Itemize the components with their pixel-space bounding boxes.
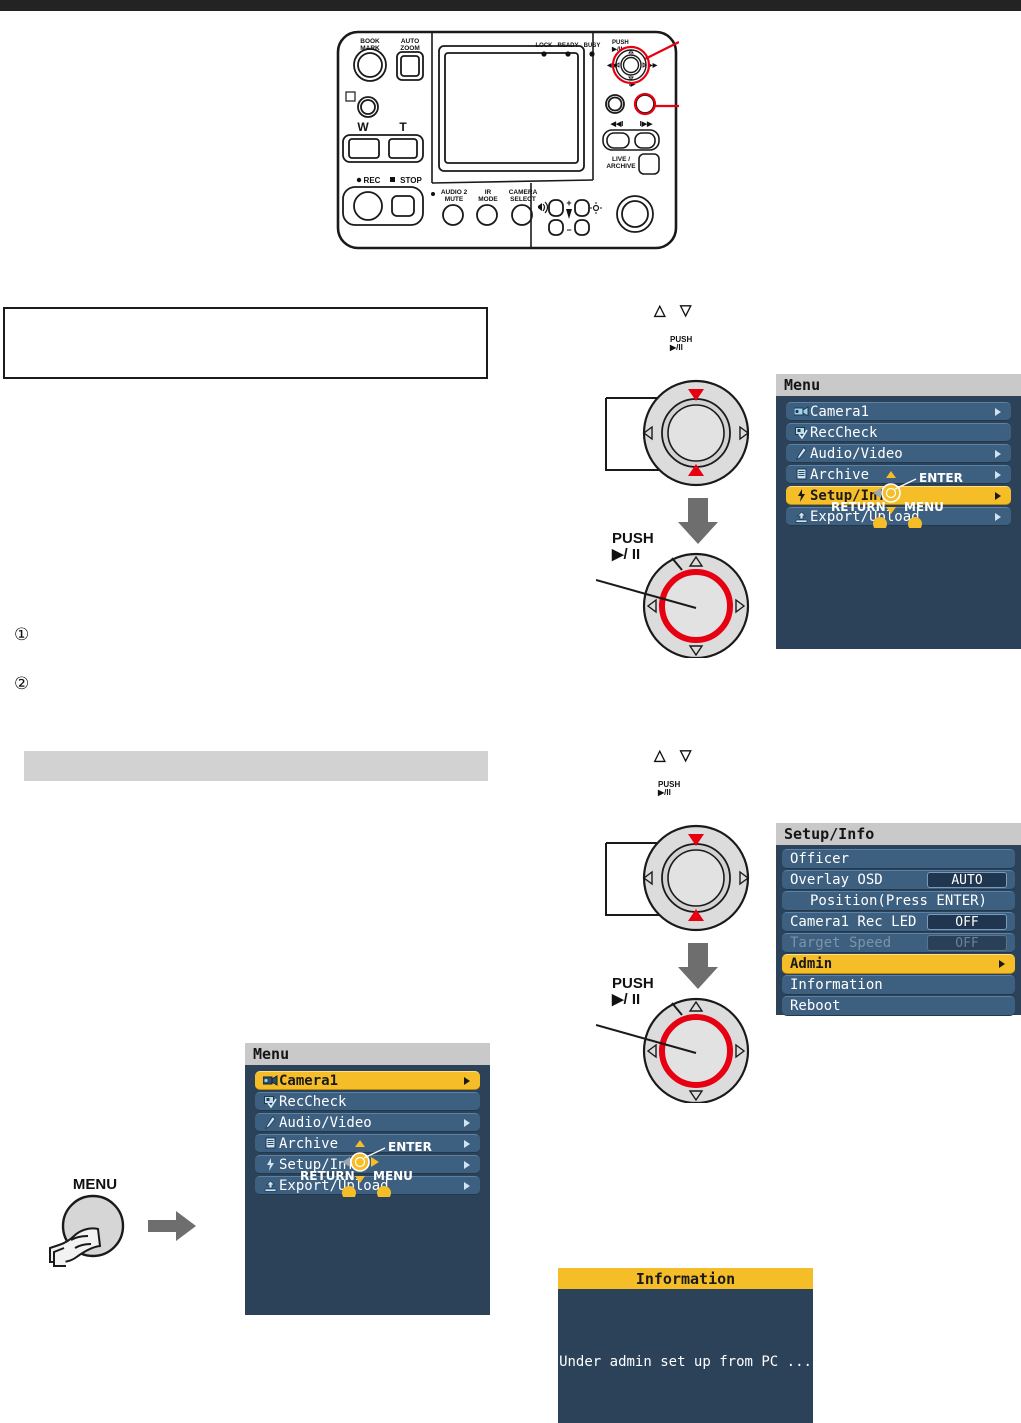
note-box: [3, 307, 488, 379]
setup-info-osd-panel: Setup/Info Officer Overlay OSD AUTO Posi…: [776, 823, 1021, 1016]
menu-button-label: MENU: [73, 1176, 117, 1193]
camera-icon: [261, 1075, 279, 1086]
svg-text:BOOK: BOOK: [360, 38, 380, 45]
menu-item-camera1[interactable]: Camera1: [786, 402, 1011, 421]
reccheck-icon: [261, 1095, 279, 1108]
svg-text:CAMERA: CAMERA: [509, 189, 538, 196]
legend-menu-label: MENU: [904, 500, 944, 514]
dial-top-glyphs: △ ▽: [654, 302, 694, 319]
menu-item-reccheck[interactable]: RecCheck: [786, 423, 1011, 442]
svg-text:MODE: MODE: [478, 196, 498, 203]
setup-item-officer[interactable]: Officer: [782, 849, 1015, 869]
svg-text:I▶▶: I▶▶: [640, 121, 653, 128]
svg-text:LIVE /: LIVE /: [612, 156, 630, 163]
setup-item-label: Information: [790, 977, 883, 993]
mic-icon: [261, 1116, 279, 1129]
setup-item-reboot[interactable]: Reboot: [782, 996, 1015, 1016]
setup-item-label: Reboot: [790, 998, 841, 1014]
svg-text:REC: REC: [364, 176, 381, 185]
svg-text:◀◀: ◀◀: [606, 62, 617, 69]
setup-item-target-speed: Target Speed OFF: [782, 933, 1015, 953]
legend-menu-label: MENU: [373, 1169, 413, 1183]
menu-item-reccheck[interactable]: RecCheck: [255, 1092, 480, 1111]
menu-button-illustration: MENU: [48, 1174, 218, 1284]
chevron-right-icon: [994, 449, 1003, 459]
svg-text:ARCHIVE: ARCHIVE: [606, 163, 636, 170]
top-header-bar: [0, 0, 1021, 11]
controller-device-illustration: BOOK MARK AUTO ZOOM W T REC STOP AUDIO 2…: [335, 28, 679, 260]
setup-item-label: Target Speed: [790, 935, 892, 951]
chevron-right-icon: [998, 959, 1007, 969]
dialog-message: Under admin set up from PC ...: [559, 1354, 812, 1370]
setup-item-label: Admin: [790, 956, 833, 972]
dial-diagram-setup: △ ▽ PUSH ▶/II PUSH ▶/ II: [596, 747, 782, 1103]
setup-item-label: Position(Press ENTER): [809, 893, 987, 909]
dial-push-label: PUSH ▶/ II: [612, 530, 654, 563]
menu-item-camera1[interactable]: Camera1: [255, 1071, 480, 1090]
menu-item-label: Camera1: [810, 403, 870, 420]
dial-push-caption: PUSH ▶/II: [670, 335, 693, 353]
osd-title: Setup/Info: [776, 823, 1021, 845]
osd-nav-legend: ENTER RETURN MENU: [776, 468, 1021, 528]
svg-text:SELECT: SELECT: [510, 196, 536, 203]
menu-item-label: RecCheck: [279, 1093, 347, 1110]
svg-text:MARK: MARK: [360, 45, 380, 52]
setup-item-label: Camera1 Rec LED: [790, 914, 917, 930]
mic-icon: [792, 447, 810, 460]
svg-text:LOCK: LOCK: [536, 43, 554, 49]
menu-osd-panel: Menu Camera1 RecCheck Audio/Video Archiv…: [776, 374, 1021, 649]
dial-push-caption: PUSH ▶/II: [658, 780, 681, 798]
menu-osd-panel-bottom: Menu Camera1 RecCheck Audio/Video Archiv…: [245, 1043, 490, 1315]
legend-return-label: RETURN: [300, 1169, 355, 1183]
osd-title: Menu: [245, 1043, 490, 1065]
svg-text:◀◀I: ◀◀I: [610, 121, 624, 128]
setup-item-admin[interactable]: Admin: [782, 954, 1015, 974]
camera-icon: [792, 406, 810, 417]
setup-item-value: OFF: [927, 935, 1007, 951]
svg-text:AUTO: AUTO: [401, 38, 419, 45]
setup-item-label: Overlay OSD: [790, 872, 883, 888]
section-heading-bar: [24, 751, 488, 781]
setup-item-overlay-osd[interactable]: Overlay OSD AUTO: [782, 870, 1015, 890]
menu-item-label: RecCheck: [810, 424, 878, 441]
setup-item-camera1-rec-led[interactable]: Camera1 Rec LED OFF: [782, 912, 1015, 932]
dial-diagram-menu: △ ▽ PUSH ▶/II PUSH ▶/ II: [596, 302, 782, 658]
svg-text:W: W: [357, 120, 369, 134]
setup-item-value[interactable]: AUTO: [927, 872, 1007, 888]
svg-text:STOP: STOP: [400, 176, 422, 185]
setup-item-label: Officer: [790, 851, 850, 867]
svg-text:+: +: [566, 198, 571, 208]
menu-item-label: Audio/Video: [810, 445, 903, 462]
reccheck-icon: [792, 426, 810, 439]
step-number-1: ①: [14, 625, 30, 645]
chevron-right-icon: [994, 407, 1003, 417]
svg-text:BUSY: BUSY: [584, 43, 601, 49]
chevron-right-icon: [463, 1076, 472, 1086]
legend-return-label: RETURN: [831, 500, 886, 514]
svg-text:IR: IR: [485, 189, 492, 196]
legend-enter-label: ENTER: [388, 1140, 432, 1154]
menu-item-label: Audio/Video: [279, 1114, 372, 1131]
dial-push-label: PUSH ▶/ II: [612, 975, 654, 1008]
information-dialog: Information Under admin set up from PC .…: [558, 1268, 813, 1423]
dial-top-glyphs: △ ▽: [654, 747, 694, 764]
svg-text:READY: READY: [557, 43, 578, 49]
osd-nav-legend: ENTER RETURN MENU: [245, 1137, 490, 1197]
setup-item-information[interactable]: Information: [782, 975, 1015, 995]
svg-text:T: T: [399, 120, 407, 134]
svg-text:MUTE: MUTE: [445, 196, 464, 203]
menu-item-label: Camera1: [279, 1072, 339, 1089]
setup-item-position[interactable]: Position(Press ENTER): [782, 891, 1015, 911]
setup-item-value[interactable]: OFF: [927, 914, 1007, 930]
menu-item-audio-video[interactable]: Audio/Video: [255, 1113, 480, 1132]
dialog-title: Information: [558, 1268, 813, 1289]
step-number-2: ②: [14, 674, 30, 694]
legend-enter-label: ENTER: [919, 471, 963, 485]
svg-text:AUDIO 2: AUDIO 2: [441, 189, 468, 196]
svg-text:−: −: [566, 225, 571, 235]
osd-title: Menu: [776, 374, 1021, 396]
menu-item-audio-video[interactable]: Audio/Video: [786, 444, 1011, 463]
chevron-right-icon: [463, 1118, 472, 1128]
svg-text:ZOOM: ZOOM: [400, 45, 420, 52]
